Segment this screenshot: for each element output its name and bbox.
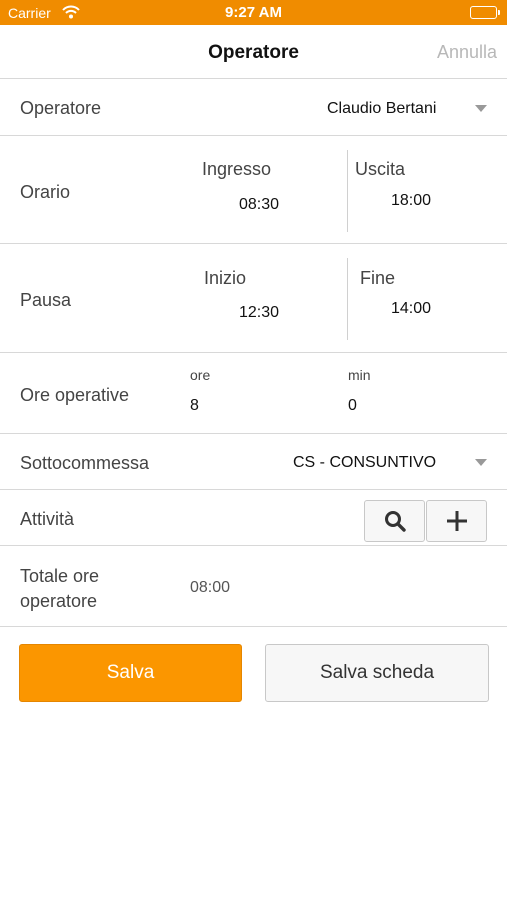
add-activity-button[interactable] <box>426 500 487 542</box>
search-icon <box>384 511 406 532</box>
navigation-bar: Operatore Annulla <box>0 25 507 79</box>
activity-label: Attività <box>20 509 75 529</box>
search-activity-button[interactable] <box>364 500 425 542</box>
break-row: Pausa Inizio 12:30 Fine 14:00 <box>0 244 507 353</box>
break-label: Pausa <box>20 290 72 310</box>
cancel-button[interactable]: Annulla <box>437 42 497 63</box>
hours-field[interactable]: 8 <box>190 397 199 415</box>
break-end-field[interactable]: 14:00 <box>391 300 431 318</box>
divider <box>347 258 348 340</box>
chevron-down-icon[interactable] <box>475 105 487 112</box>
operator-label: Operatore <box>20 98 102 118</box>
plus-icon <box>446 511 467 531</box>
activity-row: Attività <box>0 490 507 546</box>
page-title: Operatore <box>208 42 299 63</box>
total-row: Totale ore operatore 08:00 <box>0 546 507 627</box>
minutes-field[interactable]: 0 <box>348 397 357 415</box>
clock: 9:27 AM <box>225 4 282 21</box>
operator-select-value[interactable]: Claudio Bertani <box>327 100 436 118</box>
exit-time-field[interactable]: 18:00 <box>391 192 431 210</box>
entry-time-field[interactable]: 08:30 <box>239 196 279 214</box>
total-label-line2: operatore <box>20 591 98 611</box>
entry-caption: Ingresso <box>202 159 272 179</box>
sub-order-row[interactable]: Sottocommessa CS - CONSUNTIVO <box>0 434 507 490</box>
total-label-line1: Totale ore <box>20 566 100 586</box>
minutes-caption: min <box>348 367 371 383</box>
total-value: 08:00 <box>190 579 231 596</box>
schedule-label: Orario <box>20 182 71 202</box>
schedule-row: Orario Ingresso 08:30 Uscita 18:00 <box>0 136 507 244</box>
status-bar: Carrier 9:27 AM <box>0 0 507 25</box>
exit-caption: Uscita <box>355 159 406 179</box>
chevron-down-icon[interactable] <box>475 459 487 466</box>
working-hours-row: Ore operative ore 8 min 0 <box>0 353 507 434</box>
save-sheet-button[interactable]: Salva scheda <box>265 644 489 702</box>
break-end-caption: Fine <box>360 268 396 288</box>
operator-row[interactable]: Operatore Claudio Bertani <box>0 80 507 136</box>
break-start-field[interactable]: 12:30 <box>239 304 279 322</box>
save-button[interactable]: Salva <box>19 644 242 702</box>
working-hours-label: Ore operative <box>20 385 130 405</box>
divider <box>347 150 348 232</box>
hours-caption: ore <box>190 367 211 383</box>
sub-order-select-value[interactable]: CS - CONSUNTIVO <box>293 454 436 472</box>
break-start-caption: Inizio <box>204 268 247 288</box>
battery-icon <box>470 6 500 19</box>
sub-order-label: Sottocommessa <box>20 453 150 473</box>
